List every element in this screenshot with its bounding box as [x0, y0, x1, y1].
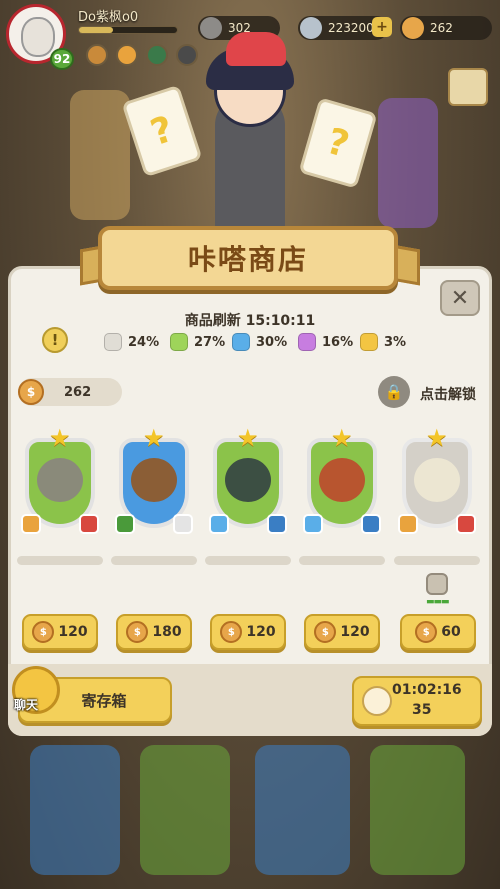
event-icon[interactable]	[86, 44, 108, 66]
storage-label: 寄存箱	[81, 691, 127, 710]
price-label: 180	[152, 624, 182, 640]
stock-indicator: ▬▬▬	[426, 597, 450, 607]
pet-progress-bar	[17, 556, 103, 565]
rarity-swatch	[232, 333, 250, 351]
skill-badge-icon	[79, 514, 99, 534]
buy-button-3[interactable]: $120	[210, 614, 286, 650]
info-icon[interactable]: !	[42, 327, 68, 353]
rarity-rate-common: 24%	[104, 332, 159, 352]
pet-slot-5[interactable]: ★	[394, 424, 480, 565]
shop-title: 咔嗒商店	[187, 243, 308, 276]
shop-title-banner: 咔嗒商店	[98, 226, 398, 290]
coins-value: 262	[430, 21, 453, 35]
player-name: Do紫枫o0	[78, 10, 139, 25]
skill-badge-icon	[173, 514, 193, 534]
pet-slot-3[interactable]: ★	[205, 424, 291, 565]
buy-button-2[interactable]: $180	[116, 614, 192, 650]
coin-icon: $	[220, 621, 243, 643]
egg-icon	[362, 686, 392, 716]
buy-button-1[interactable]: $120	[22, 614, 98, 650]
coin-icon: $	[32, 621, 55, 643]
pet-creature	[414, 458, 460, 502]
star-icon: ★	[143, 424, 165, 452]
rarity-rate-legendary: 3%	[360, 332, 406, 352]
pet-slot-4[interactable]: ★	[299, 424, 385, 565]
pet-progress-bar	[205, 556, 291, 565]
background-pet-tile	[70, 90, 130, 220]
incubator-timer: 01:02:16	[392, 682, 462, 698]
stone-icon	[300, 17, 322, 39]
element-badge-icon	[398, 514, 418, 534]
element-badge-icon	[209, 514, 229, 534]
pet-progress-bar	[111, 556, 197, 565]
energy-icon	[200, 17, 222, 39]
rarity-rate-rare: 30%	[232, 332, 287, 352]
price-label: 60	[441, 624, 461, 640]
rarity-swatch	[104, 333, 122, 351]
pet-creature	[131, 458, 177, 502]
item-tag-icon	[426, 573, 448, 595]
stones-counter[interactable]: 223200 +	[298, 16, 392, 40]
pet-progress-bar	[394, 556, 480, 565]
background-pet-tile	[370, 745, 465, 875]
pet-slot-1[interactable]: ★	[17, 424, 103, 565]
experience-bar	[78, 26, 178, 34]
refresh-timer: 商品刷新 15:10:11	[184, 313, 316, 329]
unlock-label[interactable]: 点击解锁	[420, 384, 476, 404]
settings-icon[interactable]	[176, 44, 198, 66]
star-icon: ★	[237, 424, 259, 452]
rarity-swatch	[298, 333, 316, 351]
coin-icon: $	[314, 621, 337, 643]
guild-icon[interactable]	[146, 44, 168, 66]
rarity-swatch	[360, 333, 378, 351]
pet-slot-2[interactable]: ★	[111, 424, 197, 565]
background-pet-tile	[140, 745, 230, 875]
star-icon: ★	[49, 424, 71, 452]
coin-icon	[402, 17, 424, 39]
pet-creature	[225, 458, 271, 502]
element-badge-icon	[115, 514, 135, 534]
buy-button-4[interactable]: $120	[304, 614, 380, 650]
shop-coin-value: 262	[64, 384, 92, 400]
coins-counter[interactable]: 262	[400, 16, 492, 40]
lock-icon[interactable]: 🔒	[378, 376, 410, 408]
star-icon: ★	[426, 424, 448, 452]
pet-progress-bar	[299, 556, 385, 565]
background-pet-tile	[378, 98, 438, 228]
shopkeeper-hat	[226, 32, 286, 66]
player-level-badge: 92	[50, 48, 74, 70]
background-pet-tile	[255, 745, 350, 875]
coin-icon: $	[18, 379, 44, 405]
price-label: 120	[58, 624, 88, 640]
incubator-count: 35	[412, 702, 432, 718]
chat-label[interactable]: 聊天	[14, 696, 38, 713]
element-badge-icon	[303, 514, 323, 534]
quest-icon[interactable]	[116, 44, 138, 66]
skill-badge-icon	[267, 514, 287, 534]
background-pet-tile	[30, 745, 120, 875]
star-icon: ★	[331, 424, 353, 452]
incubator-timer-button[interactable]: 01:02:16 35	[352, 676, 482, 726]
scroll-map-icon[interactable]	[448, 68, 488, 106]
price-label: 120	[246, 624, 276, 640]
buy-button-5[interactable]: $60	[400, 614, 476, 650]
element-badge-icon	[21, 514, 41, 534]
coin-icon: $	[415, 621, 438, 643]
coin-icon: $	[126, 621, 149, 643]
add-stones-button[interactable]: +	[372, 17, 392, 37]
stones-value: 223200	[328, 21, 374, 35]
skill-badge-icon	[361, 514, 381, 534]
rarity-rate-epic: 16%	[298, 332, 353, 352]
rarity-rate-uncommon: 27%	[170, 332, 225, 352]
pet-creature	[319, 458, 365, 502]
price-label: 120	[340, 624, 370, 640]
skill-badge-icon	[456, 514, 476, 534]
rarity-swatch	[170, 333, 188, 351]
pet-creature	[37, 458, 83, 502]
